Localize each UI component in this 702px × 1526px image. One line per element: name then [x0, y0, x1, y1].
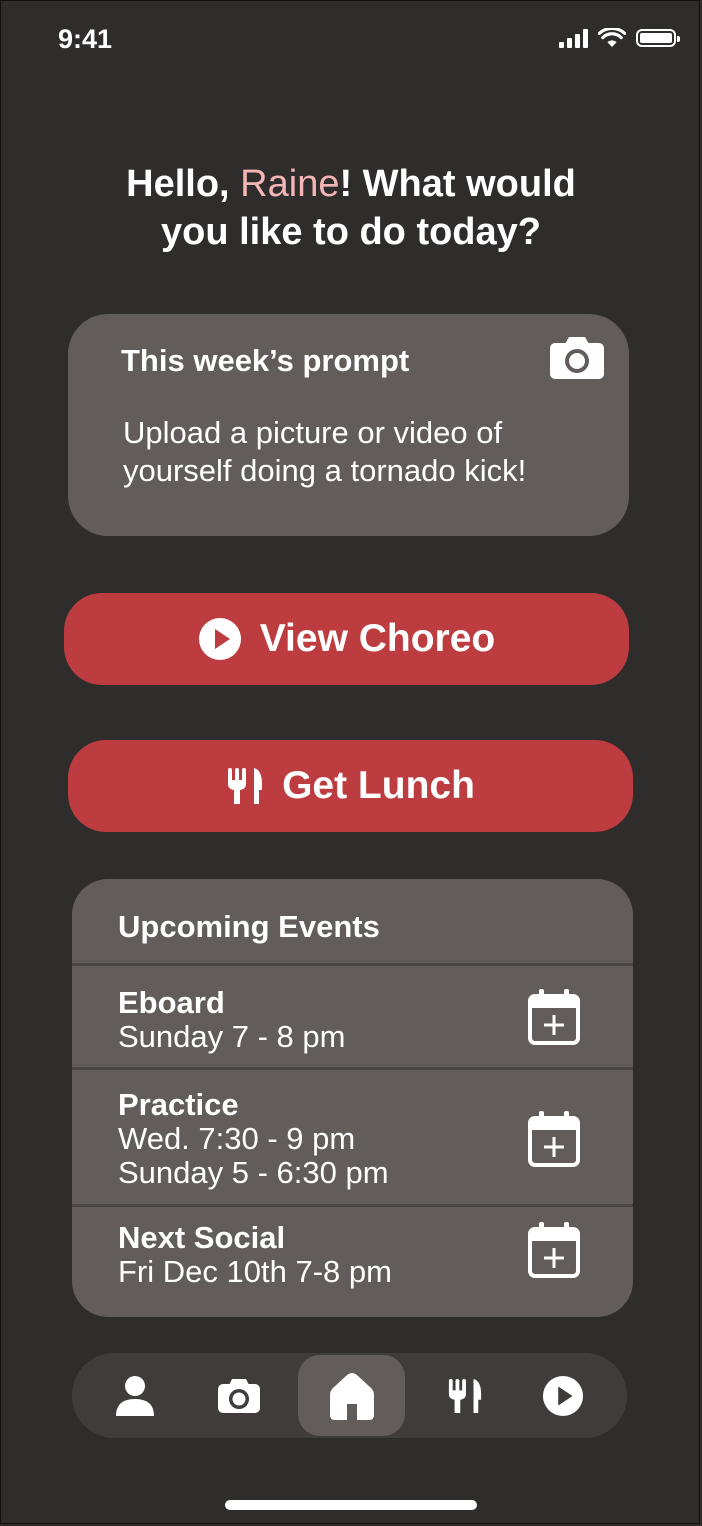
play-icon [542, 1375, 584, 1416]
view-choreo-button[interactable]: View Choreo [64, 593, 629, 685]
event-row-eboard: Eboard Sunday 7 - 8 pm [72, 963, 633, 1067]
get-lunch-button[interactable]: Get Lunch [68, 740, 633, 832]
tab-home[interactable] [298, 1355, 405, 1436]
bottom-tab-bar [72, 1353, 627, 1438]
prompt-text: Upload a picture or video of yourself do… [123, 415, 527, 488]
battery-icon [636, 29, 680, 47]
user-name: Raine [240, 163, 340, 205]
tab-camera[interactable] [212, 1353, 266, 1438]
camera-icon[interactable] [549, 336, 605, 380]
get-lunch-label: Get Lunch [282, 764, 475, 807]
event-row-next-social: Next Social Fri Dec 10th 7-8 pm [72, 1204, 633, 1317]
wifi-icon [598, 28, 626, 47]
status-icons [559, 28, 680, 48]
weekly-prompt-card[interactable]: This week’s prompt Upload a picture or v… [68, 314, 629, 536]
add-to-calendar-icon[interactable] [527, 1110, 581, 1168]
greeting-prefix: Hello, [126, 163, 241, 205]
home-icon [329, 1372, 374, 1420]
home-indicator[interactable] [225, 1500, 477, 1510]
add-to-calendar-icon[interactable] [527, 988, 581, 1046]
view-choreo-label: View Choreo [259, 617, 496, 660]
event-row-practice: Practice Wed. 7:30 - 9 pm Sunday 5 - 6:3… [72, 1067, 633, 1204]
status-time: 9:41 [58, 24, 113, 54]
tab-profile[interactable] [108, 1353, 162, 1438]
camera-icon [218, 1378, 260, 1413]
tab-lunch[interactable] [438, 1353, 492, 1438]
greeting-suffix: ! What would [339, 163, 576, 205]
signal-icon [559, 28, 588, 48]
upcoming-events-card: Upcoming Events Eboard Sunday 7 - 8 pm P… [72, 879, 633, 1317]
fork-knife-icon [448, 1378, 482, 1413]
greeting-line2: you like to do today? [160, 211, 542, 253]
events-header: Upcoming Events [118, 909, 380, 944]
add-to-calendar-icon[interactable] [527, 1221, 581, 1279]
prompt-title: This week’s prompt [121, 343, 410, 378]
greeting-heading: Hello, Raine! What would you like to do … [0, 160, 702, 256]
tab-choreo[interactable] [536, 1353, 590, 1438]
person-icon [116, 1375, 154, 1416]
play-icon [198, 618, 241, 660]
fork-knife-icon [228, 768, 263, 804]
